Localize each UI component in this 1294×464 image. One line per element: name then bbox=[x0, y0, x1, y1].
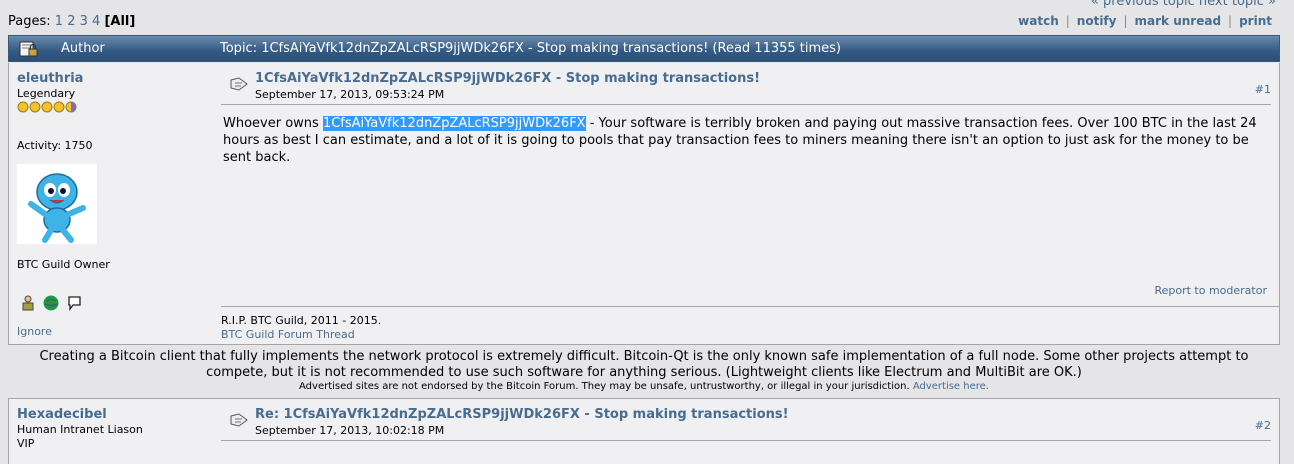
signature-text: R.I.P. BTC Guild, 2011 - 2015. bbox=[221, 314, 382, 327]
poster-info: eleuthria Legendary Activity: 1750 BTC G… bbox=[17, 71, 207, 338]
pages-label: Pages: bbox=[8, 14, 51, 29]
separator: | bbox=[1228, 14, 1233, 28]
post-subject-link[interactable]: Re: 1CfsAiYaVfk12dnZpZALcRSP9jjWDk26FX -… bbox=[255, 407, 789, 422]
advertise-here-link[interactable]: Advertise here. bbox=[913, 381, 989, 392]
topic-lock-icon bbox=[19, 40, 39, 58]
avatar bbox=[17, 164, 97, 244]
bitcoin-client-notice: Creating a Bitcoin client that fully imp… bbox=[39, 349, 1249, 380]
post-content: Whoever owns 1CfsAiYaVfk12dnZpZALcRSP9jj… bbox=[223, 115, 1267, 166]
top-navigation-bar: Pages: 1 2 3 4 [All] watch | notify | mark u… bbox=[8, 14, 1280, 32]
topic-header-bar: Author Topic: 1CfsAiYaVfk12dnZpZALcRSP9j… bbox=[8, 35, 1280, 62]
post-subject-icon bbox=[229, 413, 249, 430]
post-date: September 17, 2013, 10:02:18 PM bbox=[255, 424, 445, 437]
poster-personal-title: BTC Guild Owner bbox=[17, 258, 110, 271]
post-number-link[interactable]: #1 bbox=[1255, 83, 1271, 96]
pagination: Pages: 1 2 3 4 [All] bbox=[8, 14, 135, 29]
selected-address-text[interactable]: 1CfsAiYaVfk12dnZpZALcRSP9jjWDk26FX bbox=[322, 116, 586, 131]
advertisement-disclaimer: Advertised sites are not endorsed by the… bbox=[8, 381, 1280, 392]
prev-next-topic-links[interactable]: « previous topic next topic » bbox=[1091, 0, 1276, 9]
page-link-4[interactable]: 4 bbox=[92, 14, 100, 29]
poster-rank: Human Intranet Liason bbox=[17, 423, 143, 436]
print-link[interactable]: print bbox=[1239, 14, 1272, 28]
rank-stars bbox=[17, 101, 207, 113]
content-prefix: Whoever owns bbox=[223, 116, 323, 131]
watch-link[interactable]: watch bbox=[1018, 14, 1059, 28]
page-current-all: [All] bbox=[104, 14, 136, 29]
advert-text: Advertised sites are not endorsed by the… bbox=[299, 381, 910, 392]
poster-info: Hexadecibel Human Intranet Liason VIP bbox=[17, 407, 207, 450]
page-link-1[interactable]: 1 bbox=[55, 14, 63, 29]
separator: | bbox=[1065, 14, 1070, 28]
post-1: eleuthria Legendary Activity: 1750 BTC G… bbox=[8, 63, 1280, 345]
coin-star-icon bbox=[17, 101, 77, 113]
post-number-link[interactable]: #2 bbox=[1255, 419, 1271, 432]
ignore-link[interactable]: Ignore bbox=[17, 325, 52, 338]
post-subject-icon bbox=[229, 77, 249, 94]
topic-title: Topic: 1CfsAiYaVfk12dnZpZALcRSP9jjWDk26F… bbox=[220, 41, 842, 56]
divider bbox=[221, 440, 1271, 441]
signature: R.I.P. BTC Guild, 2011 - 2015. BTC Guild… bbox=[221, 314, 381, 342]
page-link-3[interactable]: 3 bbox=[80, 14, 88, 29]
post-subject-link[interactable]: 1CfsAiYaVfk12dnZpZALcRSP9jjWDk26FX - Sto… bbox=[255, 71, 760, 86]
topic-actions: watch | notify | mark unread | print bbox=[1018, 14, 1272, 28]
website-globe-icon[interactable] bbox=[43, 295, 59, 314]
page-link-2[interactable]: 2 bbox=[67, 14, 75, 29]
profile-icon[interactable] bbox=[21, 295, 35, 314]
signature-divider bbox=[221, 306, 1279, 307]
poster-group: VIP bbox=[17, 437, 35, 450]
post-body: Re: 1CfsAiYaVfk12dnZpZALcRSP9jjWDk26FX -… bbox=[221, 399, 1279, 464]
signature-link[interactable]: BTC Guild Forum Thread bbox=[221, 328, 355, 341]
post-date: September 17, 2013, 09:53:24 PM bbox=[255, 88, 445, 101]
post-body: 1CfsAiYaVfk12dnZpZALcRSP9jjWDk26FX - Sto… bbox=[221, 63, 1279, 344]
notify-link[interactable]: notify bbox=[1077, 14, 1117, 28]
poster-icons bbox=[21, 295, 86, 313]
poster-activity: Activity: 1750 bbox=[17, 139, 93, 152]
mark-unread-link[interactable]: mark unread bbox=[1135, 14, 1222, 28]
post-2: Hexadecibel Human Intranet Liason VIP Re… bbox=[8, 398, 1280, 464]
separator: | bbox=[1123, 14, 1128, 28]
poster-rank: Legendary bbox=[17, 87, 76, 100]
report-to-moderator-link[interactable]: Report to moderator bbox=[1154, 284, 1267, 297]
message-bubble-icon[interactable] bbox=[67, 295, 82, 314]
poster-name[interactable]: Hexadecibel bbox=[17, 407, 207, 422]
poster-name[interactable]: eleuthria bbox=[17, 71, 207, 86]
divider bbox=[221, 104, 1271, 105]
author-column-label: Author bbox=[61, 41, 105, 56]
